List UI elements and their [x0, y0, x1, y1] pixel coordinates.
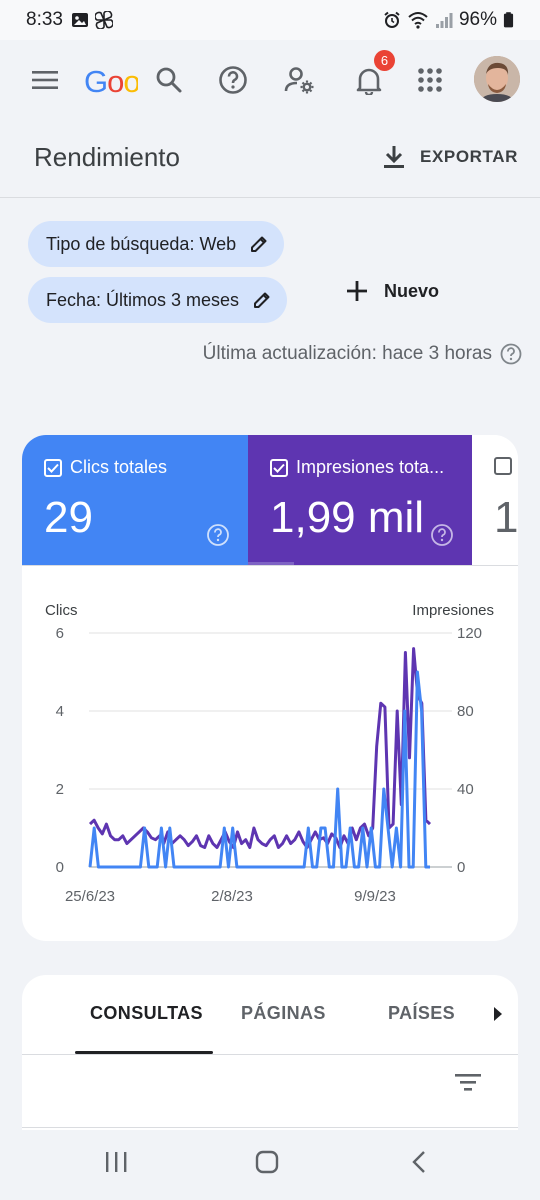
back-icon[interactable]	[408, 1150, 430, 1174]
recent-apps-icon[interactable]	[104, 1150, 128, 1174]
wifi-icon	[408, 12, 428, 29]
total-clicks-tile[interactable]: Clics totales 29	[22, 435, 248, 565]
x-tick-label: 2/8/23	[211, 888, 253, 905]
divider	[22, 1127, 518, 1128]
help-icon[interactable]	[206, 523, 230, 547]
search-icon	[156, 67, 182, 93]
hamburger-icon	[32, 71, 58, 89]
date-chip[interactable]: Fecha: Últimos 3 meses	[28, 277, 288, 323]
gallery-icon	[71, 13, 88, 27]
battery-icon	[503, 12, 514, 28]
left-tick-label: 6	[56, 625, 64, 642]
performance-chart: Clics Impresiones 6420 12080400 25/6/23 2…	[45, 602, 494, 905]
impressions-line	[88, 647, 432, 849]
status-time: 8:33	[26, 9, 63, 30]
avatar-image	[474, 56, 520, 102]
x-axis-ticks: 25/6/23 2/8/23 9/9/23	[65, 888, 396, 905]
checkbox-checked-icon[interactable]	[270, 458, 288, 477]
dimension-tabs: CONSULTAS PÁGINAS PAÍSES	[22, 975, 518, 1055]
notification-badge: 6	[374, 50, 395, 71]
account-avatar[interactable]	[474, 56, 520, 102]
ctr-tile[interactable]: 1	[472, 435, 518, 565]
page-title: Rendimiento	[34, 142, 180, 172]
edit-pencil-icon	[251, 236, 267, 252]
chart-series	[88, 647, 432, 869]
x-tick-label: 9/9/23	[354, 888, 396, 905]
right-axis-label: Impresiones	[412, 602, 494, 619]
help-icon[interactable]	[430, 523, 454, 547]
notifications-button[interactable]: 6	[345, 50, 395, 104]
tab-queries[interactable]: CONSULTAS	[90, 1003, 203, 1024]
export-label: EXPORTAR	[420, 147, 518, 166]
status-bar: 8:33 96%	[0, 0, 540, 40]
total-impressions-value: 1,99 mil	[270, 493, 425, 542]
manage-accounts-icon	[284, 67, 314, 94]
export-button[interactable]: EXPORTAR	[382, 144, 518, 170]
active-tab-indicator	[75, 1051, 213, 1054]
user-settings-button[interactable]	[276, 56, 324, 104]
pinwheel-icon	[94, 11, 113, 29]
tab-pages[interactable]: PÁGINAS	[241, 1003, 326, 1024]
plus-icon	[347, 281, 367, 301]
date-chip-label: Fecha: Últimos 3 meses	[46, 289, 240, 310]
filter-list-icon[interactable]	[454, 1071, 482, 1093]
right-tick-label: 40	[457, 781, 474, 798]
apps-button[interactable]	[406, 56, 454, 104]
right-tick-label: 120	[457, 625, 482, 642]
metric-tiles: Clics totales 29 Impresiones tota... 1,9…	[22, 435, 518, 565]
home-icon[interactable]	[255, 1150, 279, 1174]
signal-icon	[435, 13, 453, 28]
help-button[interactable]	[209, 56, 257, 104]
left-axis-ticks: 6 4 2 0	[56, 625, 64, 876]
left-axis-label: Clics	[45, 602, 78, 619]
help-icon[interactable]	[500, 343, 522, 365]
left-tick-label: 4	[56, 703, 64, 720]
right-tick-label: 80	[457, 703, 474, 720]
edit-pencil-icon	[254, 292, 270, 308]
search-type-chip-label: Tipo de búsqueda: Web	[46, 233, 237, 254]
performance-card: Clics totales 29 Impresiones tota... 1,9…	[22, 435, 518, 941]
new-filter-label: Nuevo	[384, 280, 440, 301]
chevron-right-icon[interactable]	[492, 1005, 504, 1023]
total-clicks-label: Clics totales	[70, 457, 168, 477]
search-button[interactable]	[145, 56, 193, 104]
left-tick-label: 0	[56, 859, 64, 876]
apps-grid-icon	[418, 68, 442, 92]
clicks-line	[88, 670, 430, 869]
help-icon	[219, 66, 247, 94]
google-logo[interactable]: Goo	[84, 64, 138, 100]
ctr-value: 1	[494, 493, 518, 542]
total-impressions-label: Impresiones tota...	[296, 457, 445, 477]
right-tick-label: 0	[457, 859, 465, 876]
top-app-bar: Goo 6	[0, 40, 540, 120]
download-icon	[384, 146, 404, 168]
total-impressions-tile[interactable]: Impresiones tota... 1,99 mil	[248, 435, 472, 565]
x-tick-label: 25/6/23	[65, 888, 115, 905]
new-filter-button[interactable]: Nuevo	[346, 280, 439, 302]
alarm-icon	[384, 11, 400, 28]
total-clicks-value: 29	[44, 493, 93, 542]
search-type-chip[interactable]: Tipo de búsqueda: Web	[28, 221, 285, 267]
page-header: Rendimiento EXPORTAR	[0, 120, 540, 198]
checkbox-unchecked-icon[interactable]	[494, 457, 512, 475]
last-updated-text: Última actualización: hace 3 horas	[202, 343, 492, 364]
tab-countries[interactable]: PAÍSES	[388, 1003, 455, 1024]
last-updated: Última actualización: hace 3 horas	[203, 343, 522, 365]
left-tick-label: 2	[56, 781, 64, 798]
right-axis-ticks: 120 80 40 0	[457, 625, 482, 876]
battery-percent: 96%	[458, 9, 497, 30]
menu-button[interactable]	[21, 56, 69, 104]
checkbox-checked-icon[interactable]	[44, 458, 62, 477]
system-nav-bar	[0, 1130, 540, 1200]
